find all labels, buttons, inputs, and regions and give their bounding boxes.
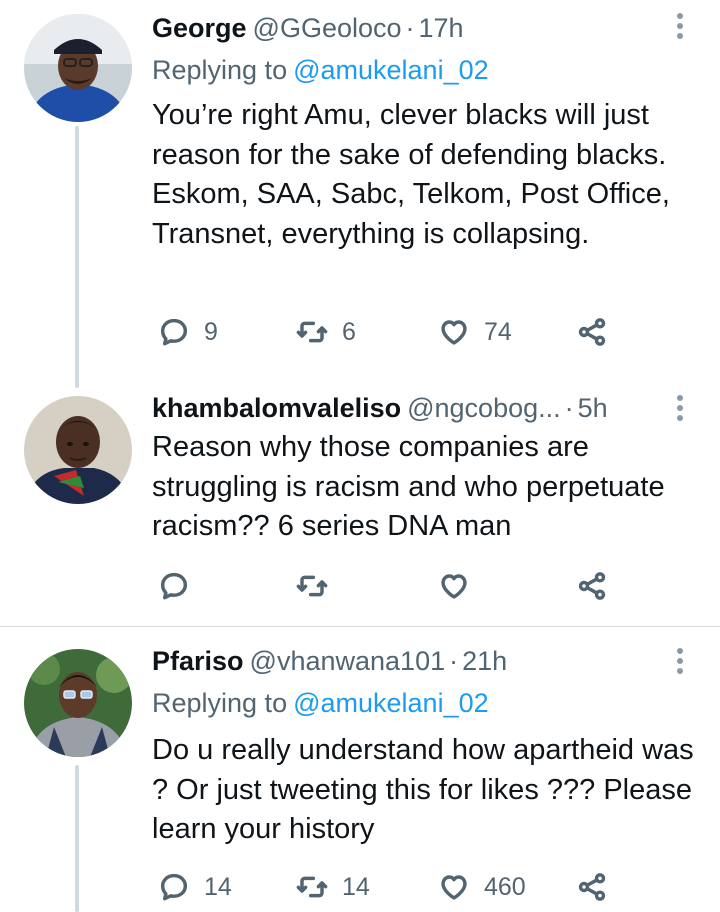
like-count: 74: [484, 317, 512, 346]
retweet-button[interactable]: [296, 566, 342, 606]
share-icon: [578, 318, 606, 346]
user-handle[interactable]: @ngcobog...: [407, 393, 561, 423]
retweet-icon: [296, 575, 328, 597]
retweet-button[interactable]: 6: [296, 312, 356, 352]
like-icon: [441, 574, 467, 599]
avatar-george-image: [24, 14, 132, 122]
share-icon: [578, 572, 606, 600]
reply-button[interactable]: [158, 566, 204, 606]
more-options-icon[interactable]: [674, 10, 686, 42]
share-icon: [578, 873, 606, 901]
display-name[interactable]: khambalomvaleliso: [152, 393, 401, 423]
reply-icon: [160, 572, 188, 600]
display-name[interactable]: Pfariso: [152, 646, 244, 676]
tweet-text: Reason why those companies are strugglin…: [152, 431, 665, 542]
share-button[interactable]: [576, 867, 608, 907]
like-count: 460: [484, 872, 526, 901]
retweet-count: 6: [342, 317, 356, 346]
separator-dot: ·: [449, 646, 459, 676]
avatar-pfariso-image: [24, 649, 132, 757]
replying-to-mention[interactable]: @amukelani_02: [293, 55, 489, 85]
tweet-text: You’re right Amu, clever blacks will jus…: [152, 99, 670, 250]
tweet-header: khambalomvaleliso @ngcobog... · 5h: [152, 388, 660, 428]
reply-button[interactable]: 14: [158, 867, 232, 907]
retweet-count: 14: [342, 872, 370, 901]
more-options-icon[interactable]: [674, 392, 686, 424]
separator-dot: ·: [405, 13, 415, 43]
like-button[interactable]: 74: [438, 312, 512, 352]
more-options-icon[interactable]: [674, 645, 686, 677]
avatar-pfariso[interactable]: [24, 649, 132, 757]
reply-button[interactable]: 9: [158, 312, 218, 352]
display-name[interactable]: George: [152, 13, 247, 43]
tweet-pfariso[interactable]: Pfariso @vhanwana101 · 21h Replying to @amuk…: [0, 627, 720, 912]
thread-line: [75, 126, 79, 388]
retweet-button[interactable]: 14: [296, 867, 370, 907]
avatar-khambalomvaleliso[interactable]: [24, 396, 132, 504]
separator-dot: ·: [564, 393, 574, 423]
share-button[interactable]: [576, 566, 608, 606]
reply-icon: [160, 873, 188, 901]
user-handle[interactable]: @GGeoloco: [253, 13, 402, 43]
retweet-icon: [296, 321, 328, 343]
tweet-header: Pfariso @vhanwana101 · 21h: [152, 641, 660, 681]
like-icon: [441, 875, 467, 900]
timestamp[interactable]: 5h: [578, 393, 608, 423]
tweet-text: Do u really understand how apartheid was…: [152, 734, 694, 845]
reply-count: 9: [204, 317, 218, 346]
like-icon: [441, 320, 467, 345]
timestamp[interactable]: 17h: [419, 13, 464, 43]
tweet-george[interactable]: George @GGeoloco · 17h Replying to @amukelan…: [0, 0, 720, 388]
reply-count: 14: [204, 872, 232, 901]
share-button[interactable]: [576, 312, 608, 352]
tweet-khambalomvaleliso[interactable]: khambalomvaleliso @ngcobog... · 5h Reason w…: [0, 378, 720, 624]
replying-to: Replying to @amukelani_02: [152, 50, 489, 90]
replying-to-label: Replying to: [152, 688, 288, 718]
user-handle[interactable]: @vhanwana101: [250, 646, 446, 676]
reply-icon: [160, 318, 188, 346]
replying-to: Replying to @amukelani_02: [152, 683, 489, 723]
retweet-icon: [296, 876, 328, 898]
avatar-khambalomvaleliso-image: [24, 396, 132, 504]
replying-to-mention[interactable]: @amukelani_02: [293, 688, 489, 718]
avatar-george[interactable]: [24, 14, 132, 122]
thread-line: [75, 765, 79, 912]
tweet-header: George @GGeoloco · 17h: [152, 8, 660, 48]
like-button[interactable]: [438, 566, 484, 606]
replying-to-label: Replying to: [152, 55, 288, 85]
like-button[interactable]: 460: [438, 867, 526, 907]
timestamp[interactable]: 21h: [462, 646, 507, 676]
